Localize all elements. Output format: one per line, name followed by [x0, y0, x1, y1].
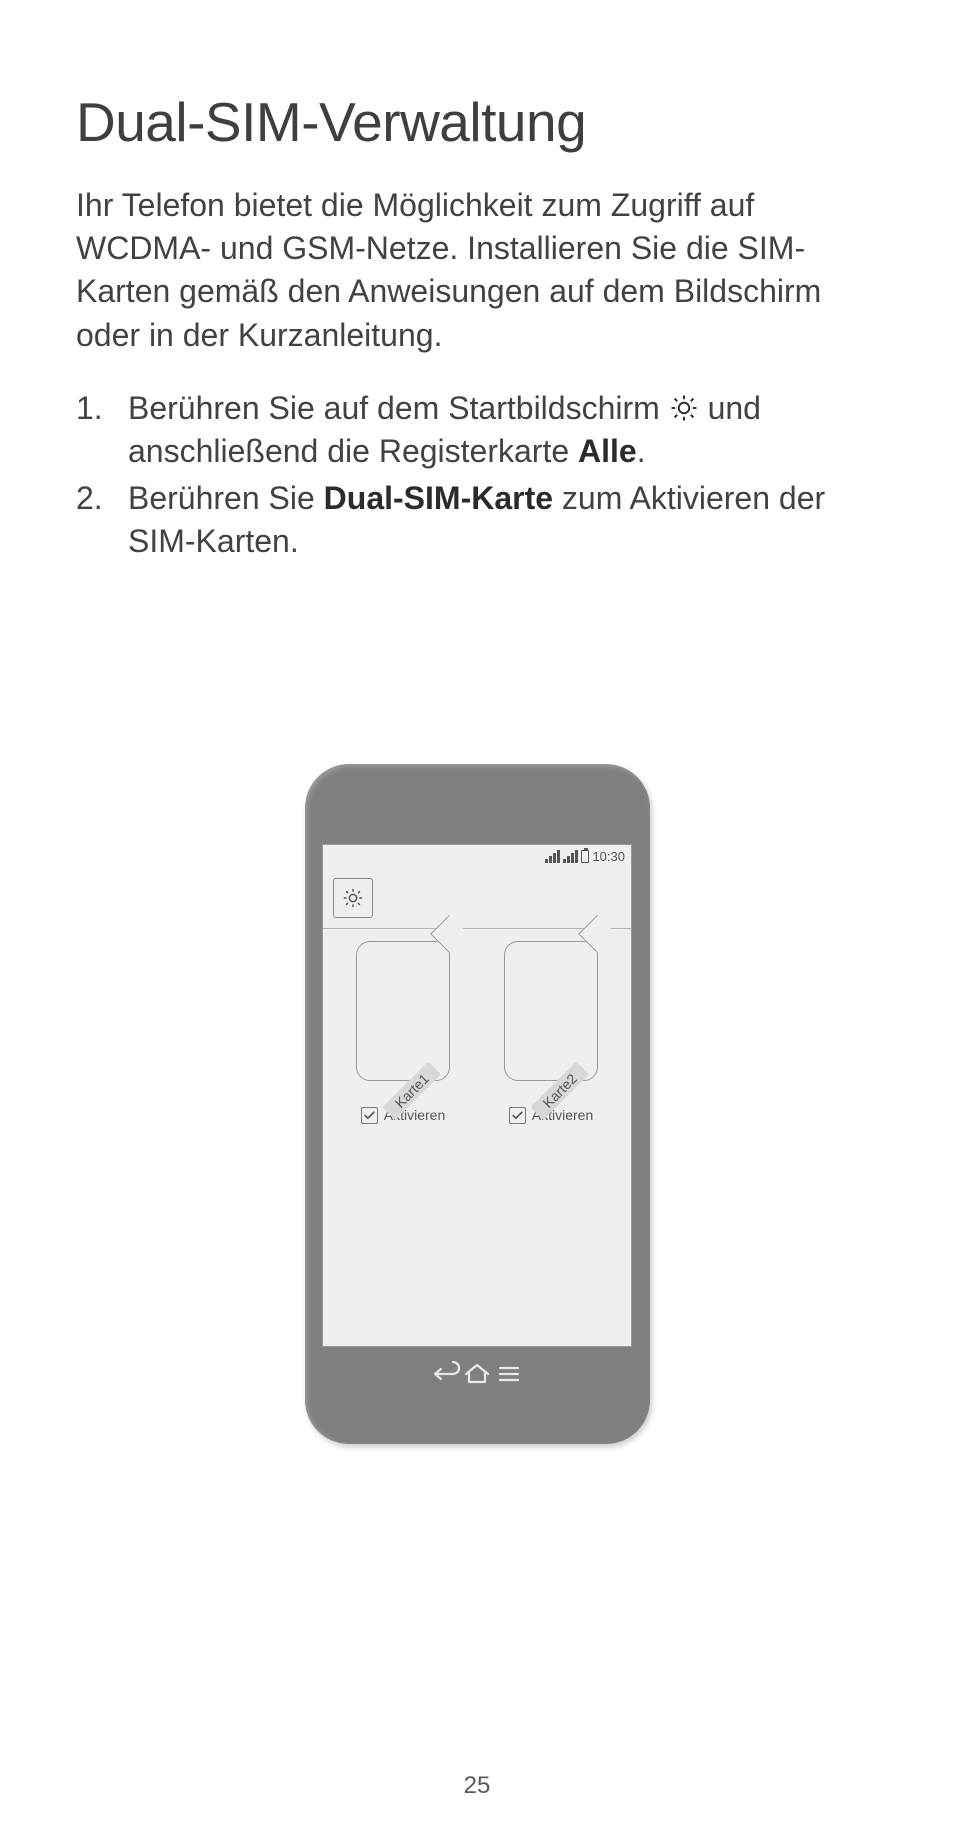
- sim-column-2: Karte2 Aktivieren: [486, 941, 616, 1346]
- step-1-text-c: .: [637, 433, 646, 469]
- step-1-bold: Alle: [578, 433, 637, 469]
- sim-column-1: Karte1 Aktivieren: [338, 941, 468, 1346]
- intro-paragraph: Ihr Telefon bietet die Möglichkeit zum Z…: [76, 184, 878, 357]
- page-title: Dual-SIM-Verwaltung: [76, 90, 878, 154]
- checkbox-icon[interactable]: [361, 1107, 378, 1124]
- battery-icon: [581, 850, 589, 863]
- sim-card-2[interactable]: Karte2: [504, 941, 598, 1081]
- phone-illustration: 10:30 Karte1: [305, 764, 650, 1444]
- steps-list: Berühren Sie auf dem Startbildschirm und…: [76, 387, 878, 564]
- app-bar: [323, 869, 631, 929]
- menu-icon[interactable]: [493, 1358, 525, 1395]
- page-number: 25: [0, 1772, 954, 1800]
- gear-icon: [342, 887, 364, 909]
- status-bar: 10:30: [323, 845, 631, 869]
- signal-icon: [545, 850, 560, 863]
- step-1-text-a: Berühren Sie auf dem Startbildschirm: [128, 390, 669, 426]
- step-2: Berühren Sie Dual-SIM-Karte zum Aktivier…: [76, 477, 878, 563]
- settings-button[interactable]: [333, 878, 373, 918]
- back-icon[interactable]: [429, 1358, 461, 1395]
- signal-icon: [563, 850, 578, 863]
- nav-bar: [429, 1347, 525, 1407]
- gear-icon: [669, 391, 699, 421]
- sim-area: Karte1 Aktivieren Karte2: [323, 929, 631, 1346]
- step-2-bold: Dual-SIM-Karte: [324, 480, 553, 516]
- step-2-text-a: Berühren Sie: [128, 480, 324, 516]
- sim-card-1[interactable]: Karte1: [356, 941, 450, 1081]
- home-icon[interactable]: [461, 1358, 493, 1395]
- step-1: Berühren Sie auf dem Startbildschirm und…: [76, 387, 878, 473]
- checkbox-icon[interactable]: [509, 1107, 526, 1124]
- phone-screen: 10:30 Karte1: [322, 844, 632, 1347]
- status-time: 10:30: [592, 849, 625, 864]
